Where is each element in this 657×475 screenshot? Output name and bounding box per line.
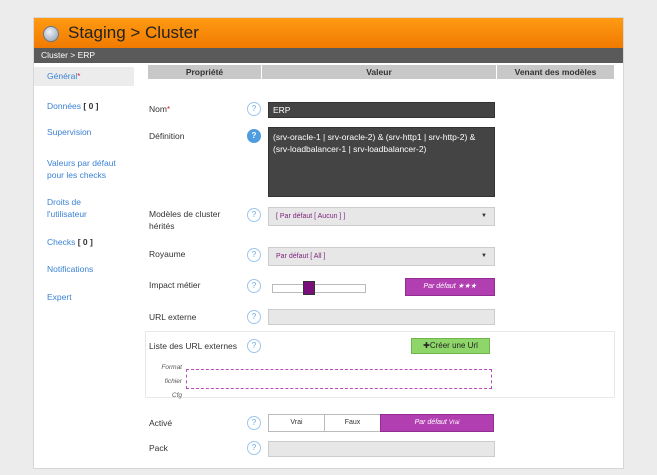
definition-label: Définition <box>149 131 185 141</box>
sidebar-item-expert[interactable]: Expert <box>34 291 134 303</box>
help-icon[interactable]: ? <box>247 441 261 455</box>
active-default-label: Par défaut <box>414 419 447 426</box>
pack-input[interactable] <box>268 441 495 457</box>
help-icon[interactable]: ? <box>247 129 261 143</box>
breadcrumb: Cluster > ERP <box>34 48 623 63</box>
modeles-label-line2: hérités <box>149 221 175 231</box>
sidebar-item-donnees[interactable]: Données [ 0 ] <box>34 100 134 112</box>
sidebar-item-valeurs-defaut[interactable]: Valeurs par défaut pour les checks <box>34 157 134 181</box>
sidebar-item-notifications[interactable]: Notifications <box>34 263 134 275</box>
active-default-value: Vrai <box>448 420 460 426</box>
sidebar-item-label: Général <box>47 71 78 81</box>
database-icon <box>43 26 59 42</box>
help-icon[interactable]: ? <box>247 208 261 222</box>
header-propriete: Propriété <box>148 65 261 79</box>
active-true-toggle[interactable]: Vrai <box>268 414 325 432</box>
sidebar-item-label-line2: pour les checks <box>47 170 107 180</box>
chevron-down-icon: ▼ <box>481 213 487 219</box>
required-marker: * <box>77 72 81 81</box>
modeles-select[interactable]: [ Par défaut [ Aucun ] ] ▼ <box>268 207 495 226</box>
sidebar-item-label-line2: l'utilisateur <box>47 209 87 219</box>
active-false-toggle[interactable]: Faux <box>324 414 381 432</box>
modeles-select-value: [ Par défaut [ Aucun ] ] <box>276 213 346 220</box>
help-icon[interactable]: ? <box>247 248 261 262</box>
create-url-label: Créer une Url <box>429 341 478 350</box>
format-label-line3: Cfg <box>171 392 182 399</box>
nom-label-text: Nom <box>149 104 167 114</box>
sidebar-item-general[interactable]: Général* <box>34 67 134 86</box>
sidebar-item-droits[interactable]: Droits de l'utilisateur <box>34 196 134 220</box>
url-dropzone[interactable] <box>186 369 492 389</box>
modeles-label-line1: Modèles de cluster <box>149 209 221 219</box>
url-externe-input[interactable] <box>268 309 495 325</box>
header-valeur: Valeur <box>262 65 496 79</box>
chevron-down-icon: ▼ <box>481 253 487 259</box>
royaume-select-value: Par défaut [ All ] <box>276 253 326 260</box>
royaume-select[interactable]: Par défaut [ All ] ▼ <box>268 247 495 266</box>
sidebar-item-label: Supervision <box>47 127 92 137</box>
count-badge: [ 0 ] <box>83 101 99 111</box>
help-icon[interactable]: ? <box>247 339 261 353</box>
required-marker: * <box>166 105 171 114</box>
nom-input[interactable]: ERP <box>268 102 495 118</box>
sidebar-item-label: Données <box>47 101 82 111</box>
definition-textarea[interactable]: (srv-oracle-1 | srv-oracle-2) & (srv-htt… <box>268 127 495 197</box>
format-label-line2: fichier <box>164 378 182 385</box>
help-icon[interactable]: ? <box>247 416 261 430</box>
count-badge: [ 0 ] <box>77 237 93 247</box>
window-title: Staging > Cluster <box>68 23 199 42</box>
active-label: Activé <box>149 418 173 428</box>
impact-slider-track[interactable] <box>272 284 366 293</box>
plus-icon: ✚ <box>423 341 430 350</box>
sidebar-item-checks[interactable]: Checks [ 0 ] <box>34 236 134 248</box>
nom-label: Nom* <box>149 103 170 116</box>
sidebar-item-label: Expert <box>47 292 72 302</box>
help-icon[interactable]: ? <box>247 310 261 324</box>
pack-label: Pack <box>149 443 168 453</box>
sidebar-item-supervision[interactable]: Supervision <box>34 126 134 138</box>
impact-default-button[interactable]: Par défaut ★★★ <box>405 278 495 296</box>
help-icon[interactable]: ? <box>247 279 261 293</box>
url-externe-label: URL externe <box>149 312 197 322</box>
create-url-button[interactable]: ✚Créer une Url <box>411 338 490 354</box>
format-label-line1: Format <box>161 364 182 371</box>
url-list-label: Liste des URL externes <box>149 341 238 351</box>
header-venant-modeles: Venant des modèles <box>497 65 614 79</box>
help-icon[interactable]: ? <box>247 102 261 116</box>
impact-slider-thumb[interactable] <box>303 281 315 295</box>
active-default-button[interactable]: Par défaut Vrai <box>380 414 494 432</box>
sidebar-item-label: Valeurs par défaut <box>47 158 116 168</box>
sidebar-item-label: Notifications <box>47 264 94 274</box>
royaume-label: Royaume <box>149 249 186 259</box>
sidebar-item-label: Checks <box>47 237 76 247</box>
impact-label: Impact métier <box>149 280 201 290</box>
modeles-label: Modèles de cluster hérités <box>149 208 220 232</box>
sidebar-item-label: Droits de <box>47 197 82 207</box>
title-bar: Staging > Cluster <box>34 18 623 48</box>
